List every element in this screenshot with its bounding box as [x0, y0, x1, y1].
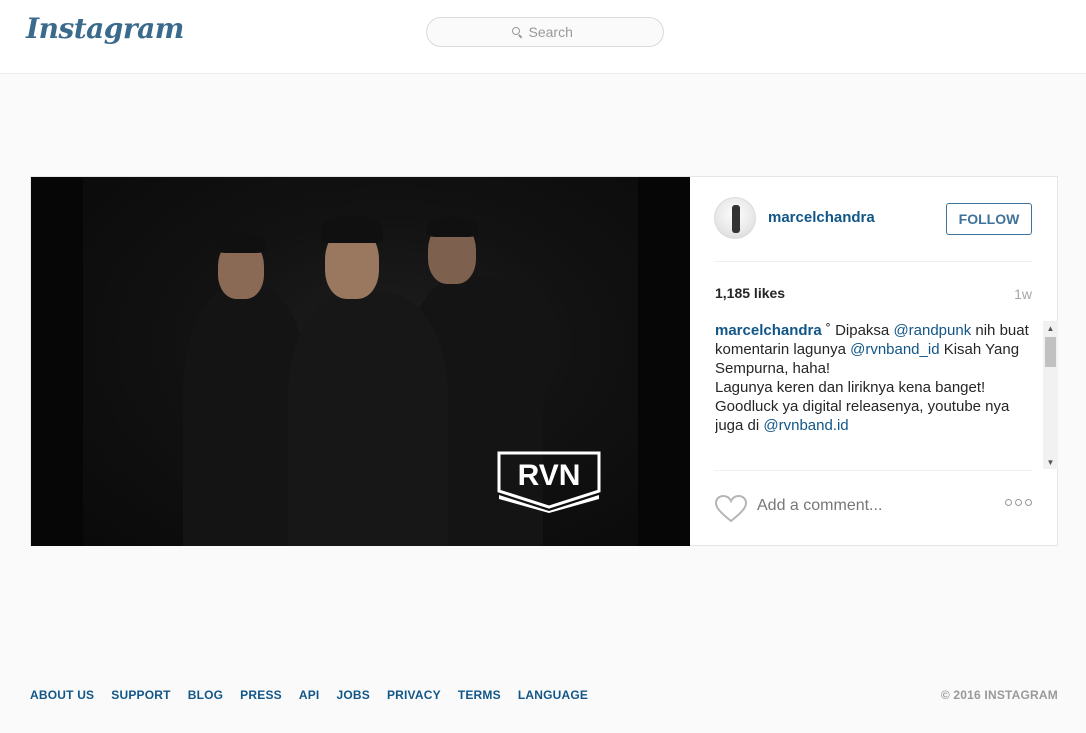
likes-count[interactable]: 1,185 likes	[715, 285, 785, 301]
footer-nav: ABOUT US SUPPORT BLOG PRESS API JOBS PRI…	[30, 688, 605, 702]
footer-link-terms[interactable]: TERMS	[458, 688, 501, 702]
heart-icon[interactable]	[715, 495, 747, 523]
post-photo[interactable]: RVN	[31, 177, 690, 546]
divider	[714, 261, 1032, 262]
instagram-logo[interactable]: Instagram	[26, 12, 184, 45]
footer-link-about-us[interactable]: ABOUT US	[30, 688, 94, 702]
divider	[714, 470, 1032, 471]
comments-scrollbar[interactable]: ▲ ▼	[1043, 321, 1058, 469]
scroll-thumb[interactable]	[1045, 337, 1056, 367]
mention-link[interactable]: @rvnband_id	[850, 341, 939, 358]
footer-link-privacy[interactable]: PRIVACY	[387, 688, 441, 702]
post-card: RVN marcelchandra FOLLOW 1,185 likes 1w …	[30, 176, 1058, 546]
search-icon	[511, 26, 523, 38]
post-age[interactable]: 1w	[1014, 286, 1032, 302]
post-sidebar: marcelchandra FOLLOW 1,185 likes 1w marc…	[690, 177, 1058, 546]
footer-link-jobs[interactable]: JOBS	[336, 688, 369, 702]
avatar[interactable]	[714, 197, 756, 239]
rvn-band-logo: RVN	[497, 451, 601, 513]
more-options-icon[interactable]	[1005, 499, 1032, 506]
footer-link-api[interactable]: API	[299, 688, 320, 702]
scroll-up-arrow-icon[interactable]: ▲	[1043, 321, 1058, 335]
post-header: marcelchandra FOLLOW	[714, 197, 1032, 241]
search-box[interactable]	[426, 17, 664, 47]
mention-link[interactable]: @randpunk	[893, 322, 971, 339]
footer-link-language[interactable]: LANGUAGE	[518, 688, 588, 702]
footer-link-press[interactable]: PRESS	[240, 688, 282, 702]
search-input[interactable]	[528, 24, 579, 40]
mention-link[interactable]: @rvnband.id	[763, 417, 848, 434]
username-link[interactable]: marcelchandra	[768, 209, 875, 226]
add-comment-input[interactable]	[757, 497, 977, 515]
follow-button[interactable]: FOLLOW	[946, 203, 1032, 235]
svg-text:RVN: RVN	[518, 459, 581, 492]
caption-username[interactable]: marcelchandra	[715, 322, 822, 339]
footer-link-support[interactable]: SUPPORT	[111, 688, 170, 702]
footer-link-blog[interactable]: BLOG	[188, 688, 223, 702]
top-navigation-bar: Instagram	[0, 0, 1086, 74]
copyright-text: © 2016 INSTAGRAM	[940, 688, 1058, 702]
scroll-down-arrow-icon[interactable]: ▼	[1043, 455, 1058, 469]
caption-text: ˚ Dipaksa	[821, 322, 894, 339]
comments-list[interactable]: marcelchandra ˚ Dipaksa @randpunk nih bu…	[715, 321, 1030, 471]
caption-comment: marcelchandra ˚ Dipaksa @randpunk nih bu…	[715, 321, 1030, 435]
caption-text: Lagunya keren dan liriknya kena banget! …	[715, 379, 1010, 434]
